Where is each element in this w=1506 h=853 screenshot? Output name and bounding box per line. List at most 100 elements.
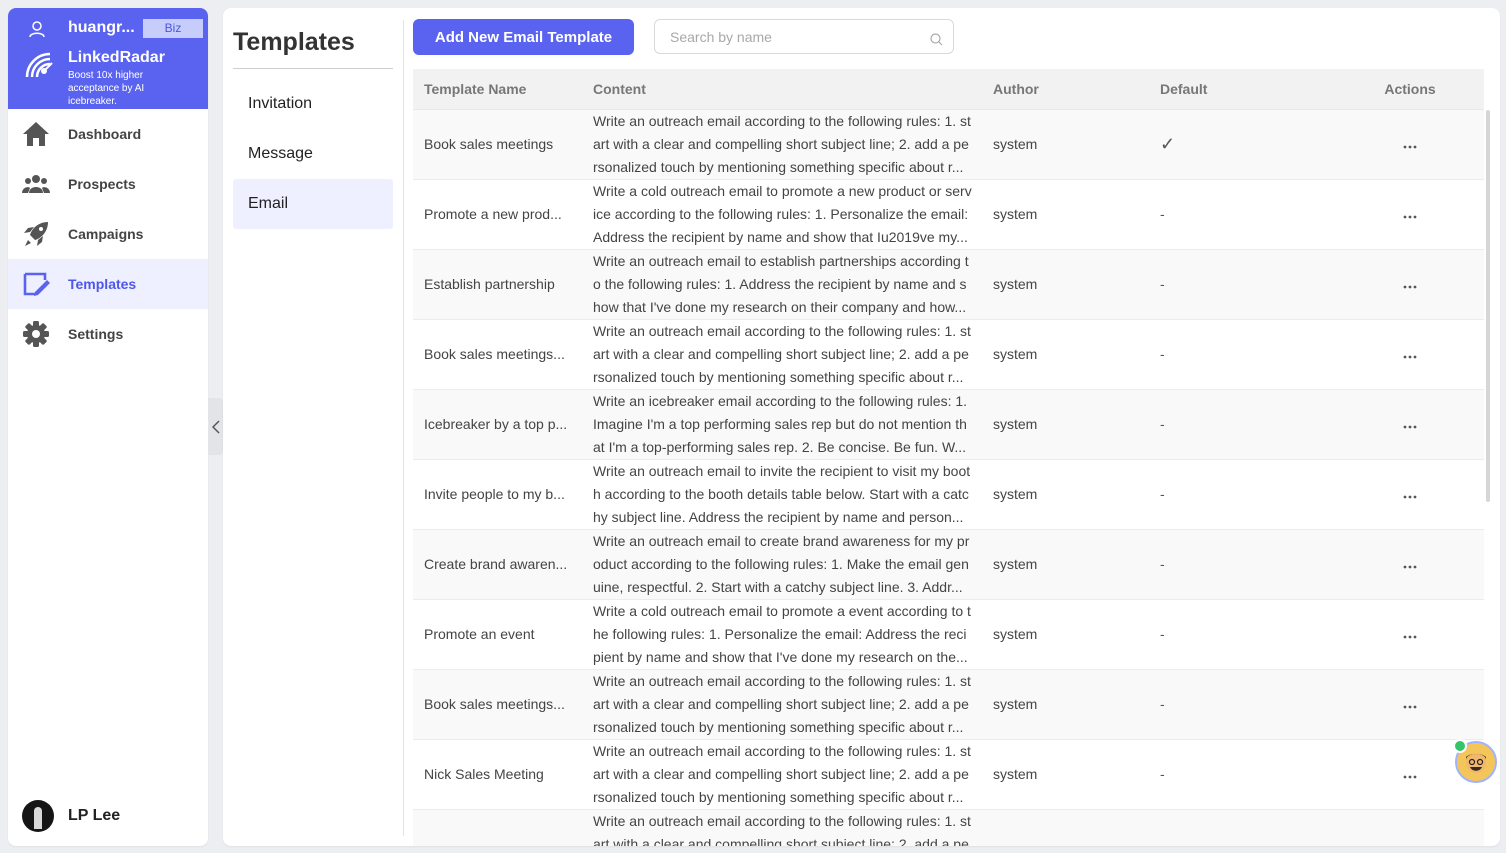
default-cell: - <box>1149 529 1336 600</box>
template-categories: Templates Invitation Message Email <box>223 8 403 846</box>
actions-cell <box>1336 809 1484 846</box>
more-actions-button[interactable] <box>1397 272 1423 296</box>
main-nav: Dashboard Prospects Campaigns Templates … <box>8 109 208 359</box>
nav-item-settings[interactable]: Settings <box>8 309 208 359</box>
more-actions-button[interactable] <box>1397 482 1423 506</box>
category-message[interactable]: Message <box>233 129 393 179</box>
table-row[interactable]: Promote an event Write a cold outreach e… <box>413 599 1484 670</box>
author-cell: system <box>982 739 1149 810</box>
default-cell: - <box>1149 459 1336 530</box>
brand-header: huangr... Biz LinkedRadar Boost 10x high… <box>8 8 208 109</box>
template-name-cell[interactable]: Promote a new prod... <box>413 179 582 250</box>
actions-cell <box>1336 109 1484 180</box>
category-invitation[interactable]: Invitation <box>233 79 393 129</box>
user-profile[interactable]: LP Lee <box>22 800 120 832</box>
nav-item-prospects[interactable]: Prospects <box>8 159 208 209</box>
chat-assistant-button[interactable] <box>1453 739 1497 783</box>
actions-cell <box>1336 529 1484 600</box>
more-actions-button[interactable] <box>1397 762 1423 786</box>
default-value: - <box>1160 766 1165 782</box>
table-scrollbar[interactable] <box>1486 110 1490 502</box>
template-name-cell[interactable]: Promote an event <box>413 599 582 670</box>
default-value: - <box>1160 486 1165 502</box>
table-row[interactable]: Write an outreach email according to the… <box>413 809 1484 846</box>
search-input[interactable] <box>670 28 920 46</box>
gear-icon <box>22 320 50 348</box>
more-horizontal-icon <box>1403 705 1417 709</box>
table-row[interactable]: Promote a new prod... Write a cold outre… <box>413 179 1484 250</box>
more-actions-button[interactable] <box>1397 132 1423 156</box>
template-name-cell[interactable]: Book sales meetings <box>413 109 582 180</box>
template-name-cell[interactable]: Invite people to my b... <box>413 459 582 530</box>
content-text: Write an outreach email according to the… <box>593 672 971 735</box>
more-horizontal-icon <box>1403 495 1417 499</box>
table-row[interactable]: Nick Sales Meeting Write an outreach ema… <box>413 739 1484 810</box>
content-cell: Write an outreach email according to the… <box>582 109 982 180</box>
content-cell: Write an outreach email to establish par… <box>582 249 982 320</box>
more-actions-button[interactable] <box>1397 692 1423 716</box>
category-email[interactable]: Email <box>233 179 393 229</box>
column-divider <box>403 20 404 836</box>
default-cell: - <box>1149 669 1336 740</box>
actions-cell <box>1336 389 1484 460</box>
nav-item-dashboard[interactable]: Dashboard <box>8 109 208 159</box>
user-icon[interactable] <box>28 20 46 38</box>
default-value: - <box>1160 626 1165 642</box>
table-row[interactable]: Create brand awaren... Write an outreach… <box>413 529 1484 600</box>
header-template-name: Template Name <box>413 69 582 110</box>
table-row[interactable]: Book sales meetings... Write an outreach… <box>413 669 1484 740</box>
content-cell: Write an outreach email according to the… <box>582 319 982 390</box>
template-name-cell[interactable]: Establish partnership <box>413 249 582 320</box>
template-name-cell[interactable]: Icebreaker by a top p... <box>413 389 582 460</box>
content-text: Write an outreach email according to the… <box>593 812 971 847</box>
more-actions-button[interactable] <box>1397 202 1423 226</box>
search-icon[interactable] <box>930 33 943 46</box>
actions-cell <box>1336 319 1484 390</box>
add-email-template-button[interactable]: Add New Email Template <box>413 19 634 55</box>
table-row[interactable]: Icebreaker by a top p... Write an icebre… <box>413 389 1484 460</box>
actions-cell <box>1336 249 1484 320</box>
more-horizontal-icon <box>1403 635 1417 639</box>
content-text: Write an outreach email to create brand … <box>593 532 970 595</box>
content-cell: Write an outreach email to invite the re… <box>582 459 982 530</box>
more-horizontal-icon <box>1403 565 1417 569</box>
template-name-cell[interactable]: Book sales meetings... <box>413 319 582 390</box>
template-name-cell[interactable] <box>413 809 582 846</box>
content-text: Write a cold outreach email to promote a… <box>593 602 971 665</box>
template-name-cell[interactable]: Create brand awaren... <box>413 529 582 600</box>
more-actions-button[interactable] <box>1397 552 1423 576</box>
nav-item-campaigns[interactable]: Campaigns <box>8 209 208 259</box>
template-name-cell[interactable]: Nick Sales Meeting <box>413 739 582 810</box>
header-actions: Actions <box>1336 69 1484 110</box>
table-row[interactable]: Book sales meetings... Write an outreach… <box>413 319 1484 390</box>
more-actions-button[interactable] <box>1397 622 1423 646</box>
content-text: Write an outreach email to establish par… <box>593 252 969 315</box>
table-row[interactable]: Establish partnership Write an outreach … <box>413 249 1484 320</box>
default-value: - <box>1160 416 1165 432</box>
more-horizontal-icon <box>1403 215 1417 219</box>
collapse-sidebar-button[interactable] <box>208 398 223 455</box>
avatar[interactable] <box>22 800 54 832</box>
nav-label: Prospects <box>68 176 136 192</box>
default-value: - <box>1160 556 1165 572</box>
sidebar: huangr... Biz LinkedRadar Boost 10x high… <box>8 8 208 846</box>
table-row[interactable]: Invite people to my b... Write an outrea… <box>413 459 1484 530</box>
home-icon <box>22 120 50 148</box>
template-name-cell[interactable]: Book sales meetings... <box>413 669 582 740</box>
actions-cell <box>1336 179 1484 250</box>
default-value: - <box>1160 206 1165 222</box>
more-actions-button[interactable] <box>1397 342 1423 366</box>
nav-item-templates[interactable]: Templates <box>8 259 208 309</box>
username[interactable]: huangr... <box>68 19 140 37</box>
more-actions-button[interactable] <box>1397 412 1423 436</box>
default-cell: - <box>1149 249 1336 320</box>
table-header-row: Template Name Content Author Default Act… <box>413 69 1484 110</box>
default-cell: - <box>1149 319 1336 390</box>
content-cell: Write an outreach email according to the… <box>582 669 982 740</box>
table-row[interactable]: Book sales meetings Write an outreach em… <box>413 109 1484 180</box>
brand-name: LinkedRadar <box>68 49 165 66</box>
users-icon <box>22 170 50 198</box>
more-horizontal-icon <box>1403 355 1417 359</box>
actions-cell <box>1336 669 1484 740</box>
rocket-icon <box>22 220 50 248</box>
